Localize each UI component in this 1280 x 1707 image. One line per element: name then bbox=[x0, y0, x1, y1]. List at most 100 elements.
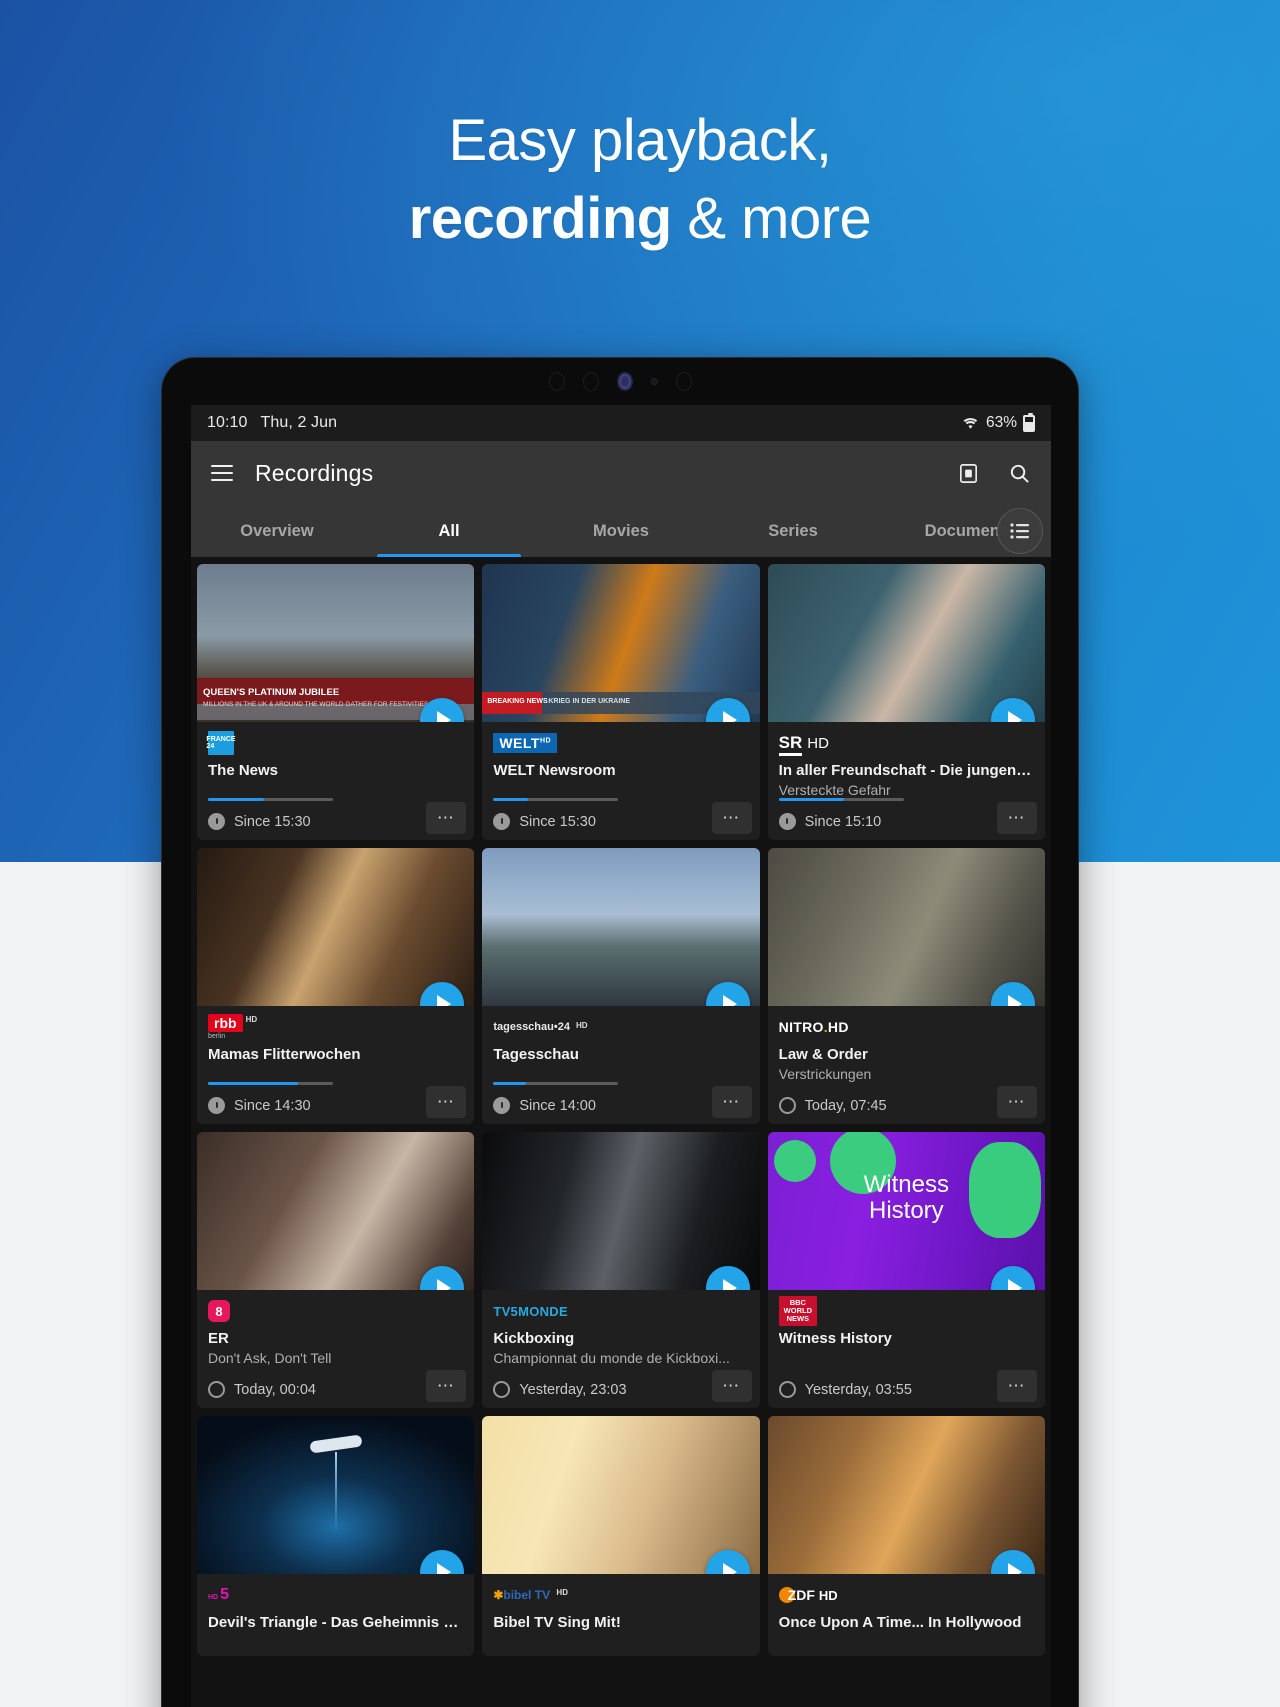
progress-bar bbox=[208, 798, 333, 801]
recording-meta: tagesschau•24 HD Tagesschau bbox=[482, 1006, 759, 1082]
recording-meta: WELTHD WELT Newsroom bbox=[482, 722, 759, 798]
wifi-icon bbox=[961, 416, 980, 431]
recording-card[interactable]: 8 ER Don't Ask, Don't Tell Today, 00:04 ⋯ bbox=[197, 1132, 475, 1408]
hamburger-menu-icon[interactable] bbox=[211, 465, 233, 481]
channel-logo-bbc-world-news: BBC WORLD NEWS bbox=[778, 1296, 817, 1326]
tab-all[interactable]: All bbox=[363, 505, 535, 557]
recording-thumbnail[interactable] bbox=[197, 1416, 475, 1574]
recording-time-label: Today, 00:04 bbox=[234, 1381, 316, 1398]
recording-card[interactable]: NITRO.HD Law & Order Verstrickungen Today, … bbox=[767, 848, 1045, 1124]
list-view-icon[interactable] bbox=[997, 508, 1043, 554]
recording-time-label: Yesterday, 23:03 bbox=[519, 1381, 627, 1398]
battery-percent: 63% bbox=[985, 414, 1017, 431]
recording-thumbnail[interactable] bbox=[767, 848, 1045, 1006]
progress-bar-empty bbox=[208, 1366, 333, 1369]
recording-time-label: Since 15:10 bbox=[804, 813, 882, 830]
thumbnail-artwork bbox=[767, 848, 1045, 1006]
channel-logo-bibeltv: ✱bibel TV HD bbox=[493, 1588, 568, 1602]
recording-card[interactable]: QUEEN'S PLATINUM JUBILEE MILLIONS IN THE … bbox=[197, 564, 475, 840]
recording-title: ER bbox=[208, 1330, 229, 1347]
app-bar-actions bbox=[957, 462, 1031, 485]
recording-card[interactable]: BREAKING NEWS KRIEG IN DER UKRAINE WELTHD W… bbox=[482, 564, 760, 840]
recording-footer: Since 14:00 ⋯ bbox=[482, 1082, 759, 1124]
record-status-icon bbox=[208, 813, 225, 830]
channel-logo-tv5monde: TV5MONDE bbox=[493, 1303, 568, 1319]
recording-time-label: Since 14:30 bbox=[234, 1097, 311, 1114]
channel-logo-wrapper: BBC WORLD NEWS bbox=[778, 1296, 1034, 1326]
status-date: Thu, 2 Jun bbox=[260, 414, 338, 431]
recording-thumbnail[interactable] bbox=[482, 1416, 760, 1574]
search-icon[interactable] bbox=[1008, 462, 1031, 485]
recording-time-label: Since 15:30 bbox=[519, 813, 596, 830]
more-options-button[interactable]: ⋯ bbox=[997, 1370, 1037, 1402]
recording-thumbnail[interactable] bbox=[767, 564, 1045, 722]
recording-card[interactable]: Witness History BBC WORLD NEWS Witness Histor… bbox=[767, 1132, 1045, 1408]
recording-footer bbox=[482, 1631, 759, 1656]
more-options-button[interactable]: ⋯ bbox=[711, 1086, 752, 1118]
recording-title: Tagesschau bbox=[493, 1046, 579, 1063]
channel-logo-wrapper: tagesschau•24 HD bbox=[493, 1015, 748, 1039]
recording-thumbnail[interactable] bbox=[482, 848, 760, 1006]
record-status-icon bbox=[493, 813, 511, 830]
more-options-button[interactable]: ⋯ bbox=[997, 1086, 1037, 1118]
recording-footer bbox=[197, 1631, 474, 1656]
more-options-button[interactable]: ⋯ bbox=[426, 1086, 467, 1118]
recording-meta: 8 ER Don't Ask, Don't Tell bbox=[197, 1290, 474, 1366]
record-status-icon bbox=[778, 813, 796, 830]
recording-time-label: Today, 07:45 bbox=[804, 1097, 887, 1114]
recording-card[interactable]: ZDF HD Once Upon A Time... In Hollywood bbox=[767, 1416, 1045, 1656]
recording-time-label: Since 15:30 bbox=[234, 813, 311, 830]
recording-card[interactable]: SR HD In aller Freundschaft - Die jungen Ä… bbox=[767, 564, 1045, 840]
channel-logo-wrapper: WELTHD bbox=[493, 731, 748, 755]
progress-bar bbox=[493, 1082, 619, 1085]
thumb-caption: Witness History bbox=[863, 1171, 949, 1224]
more-options-button[interactable]: ⋯ bbox=[711, 1370, 752, 1402]
more-options-button[interactable]: ⋯ bbox=[997, 802, 1037, 834]
page-title: Recordings bbox=[255, 459, 374, 486]
recording-card[interactable]: tagesschau•24 HD Tagesschau Since 14:00 ⋯ bbox=[482, 848, 760, 1124]
tab-movies[interactable]: Movies bbox=[535, 505, 707, 557]
thumbnail-artwork bbox=[767, 1416, 1045, 1574]
sensor-icon bbox=[675, 372, 692, 391]
channel-logo-rbb: rbb HD berlin bbox=[208, 1013, 258, 1040]
recording-meta: TV5MONDE Kickboxing Championnat du monde d… bbox=[482, 1290, 759, 1367]
record-status-icon bbox=[493, 1381, 511, 1398]
app-bar: Recordings bbox=[191, 441, 1051, 505]
recording-meta: ZDF HD Once Upon A Time... In Hollywood bbox=[768, 1574, 1045, 1631]
channel-logo-plus8: 8 bbox=[208, 1300, 230, 1322]
sensor-dot-icon bbox=[650, 378, 658, 385]
more-options-button[interactable]: ⋯ bbox=[711, 802, 752, 834]
thumbnail-artwork bbox=[197, 1416, 475, 1574]
recording-thumbnail[interactable] bbox=[767, 1416, 1045, 1574]
more-options-button[interactable]: ⋯ bbox=[426, 1370, 467, 1402]
cast-icon[interactable] bbox=[957, 462, 980, 485]
recording-title: Law & Order bbox=[778, 1046, 868, 1063]
tablet-device-frame: 10:10 Thu, 2 Jun 63% Recordings Overview… bbox=[161, 357, 1079, 1707]
recording-card[interactable]: HD 5 Devil's Triangle - Das Geheimnis vo..… bbox=[197, 1416, 475, 1656]
recording-thumbnail[interactable] bbox=[197, 1132, 475, 1290]
recording-thumbnail[interactable]: Witness History bbox=[767, 1132, 1045, 1290]
recording-card[interactable]: ✱bibel TV HD Bibel TV Sing Mit! bbox=[482, 1416, 760, 1656]
recording-title: Kickboxing bbox=[493, 1330, 575, 1347]
recording-thumbnail[interactable] bbox=[197, 848, 475, 1006]
recording-footer bbox=[768, 1631, 1045, 1656]
recording-thumbnail[interactable] bbox=[482, 1132, 760, 1290]
recording-footer: Since 14:30 ⋯ bbox=[197, 1082, 474, 1124]
device-screen: 10:10 Thu, 2 Jun 63% Recordings Overview… bbox=[191, 405, 1051, 1707]
channel-logo-wrapper: 8 bbox=[208, 1299, 463, 1323]
status-bar-right: 63% bbox=[961, 412, 1035, 432]
thumbnail-artwork bbox=[197, 848, 475, 1006]
record-status-icon bbox=[778, 1381, 796, 1398]
more-options-button[interactable]: ⋯ bbox=[426, 802, 467, 834]
recording-thumbnail[interactable]: BREAKING NEWS KRIEG IN DER UKRAINE bbox=[482, 564, 760, 722]
recording-thumbnail[interactable]: QUEEN'S PLATINUM JUBILEE MILLIONS IN THE … bbox=[197, 564, 475, 722]
recording-title: In aller Freundschaft - Die jungen Ä... bbox=[778, 762, 1034, 779]
battery-icon bbox=[1023, 412, 1035, 432]
recording-meta: FRANCE 24 The News bbox=[197, 722, 474, 798]
recording-meta: HD 5 Devil's Triangle - Das Geheimnis vo..… bbox=[197, 1574, 474, 1631]
tab-overview[interactable]: Overview bbox=[191, 505, 363, 557]
recording-card[interactable]: rbb HD berlin Mamas Flitterwochen Since 14:3… bbox=[197, 848, 475, 1124]
recording-card[interactable]: TV5MONDE Kickboxing Championnat du monde d… bbox=[482, 1132, 760, 1408]
recording-title: Mamas Flitterwochen bbox=[208, 1046, 361, 1063]
tab-series[interactable]: Series bbox=[707, 505, 879, 557]
